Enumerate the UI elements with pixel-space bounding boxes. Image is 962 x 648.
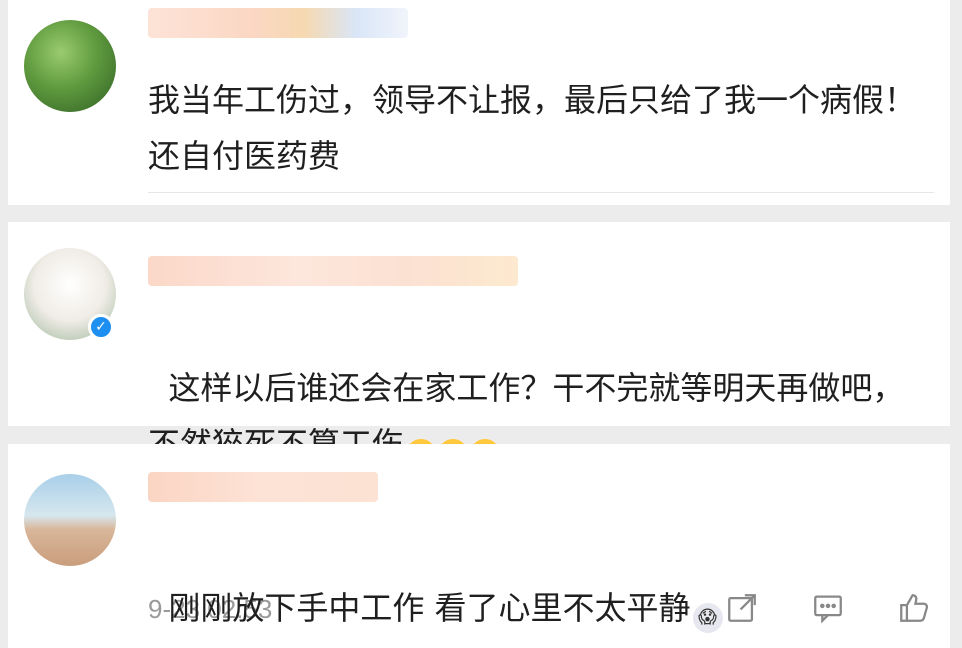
shocked-emoji-icon: 😱	[692, 603, 723, 633]
comment-text: 刚刚放下手中工作 看了心里不太平静 😱	[148, 524, 928, 636]
verified-badge-icon: ✓	[88, 314, 114, 340]
username-blurred[interactable]	[148, 472, 378, 502]
comment-text: 我当年工伤过，领导不让报，最后只给了我一个病假！还自付医药费	[148, 81, 917, 175]
username-blurred[interactable]	[148, 256, 518, 286]
divider	[148, 192, 934, 193]
comment-card: 我当年工伤过，领导不让报，最后只给了我一个病假！还自付医药费	[8, 0, 950, 205]
avatar[interactable]	[24, 474, 116, 566]
avatar[interactable]	[24, 20, 116, 112]
username-blurred[interactable]	[148, 8, 408, 38]
comment-text-body: 刚刚放下手中工作 看了心里不太平静	[168, 589, 691, 627]
